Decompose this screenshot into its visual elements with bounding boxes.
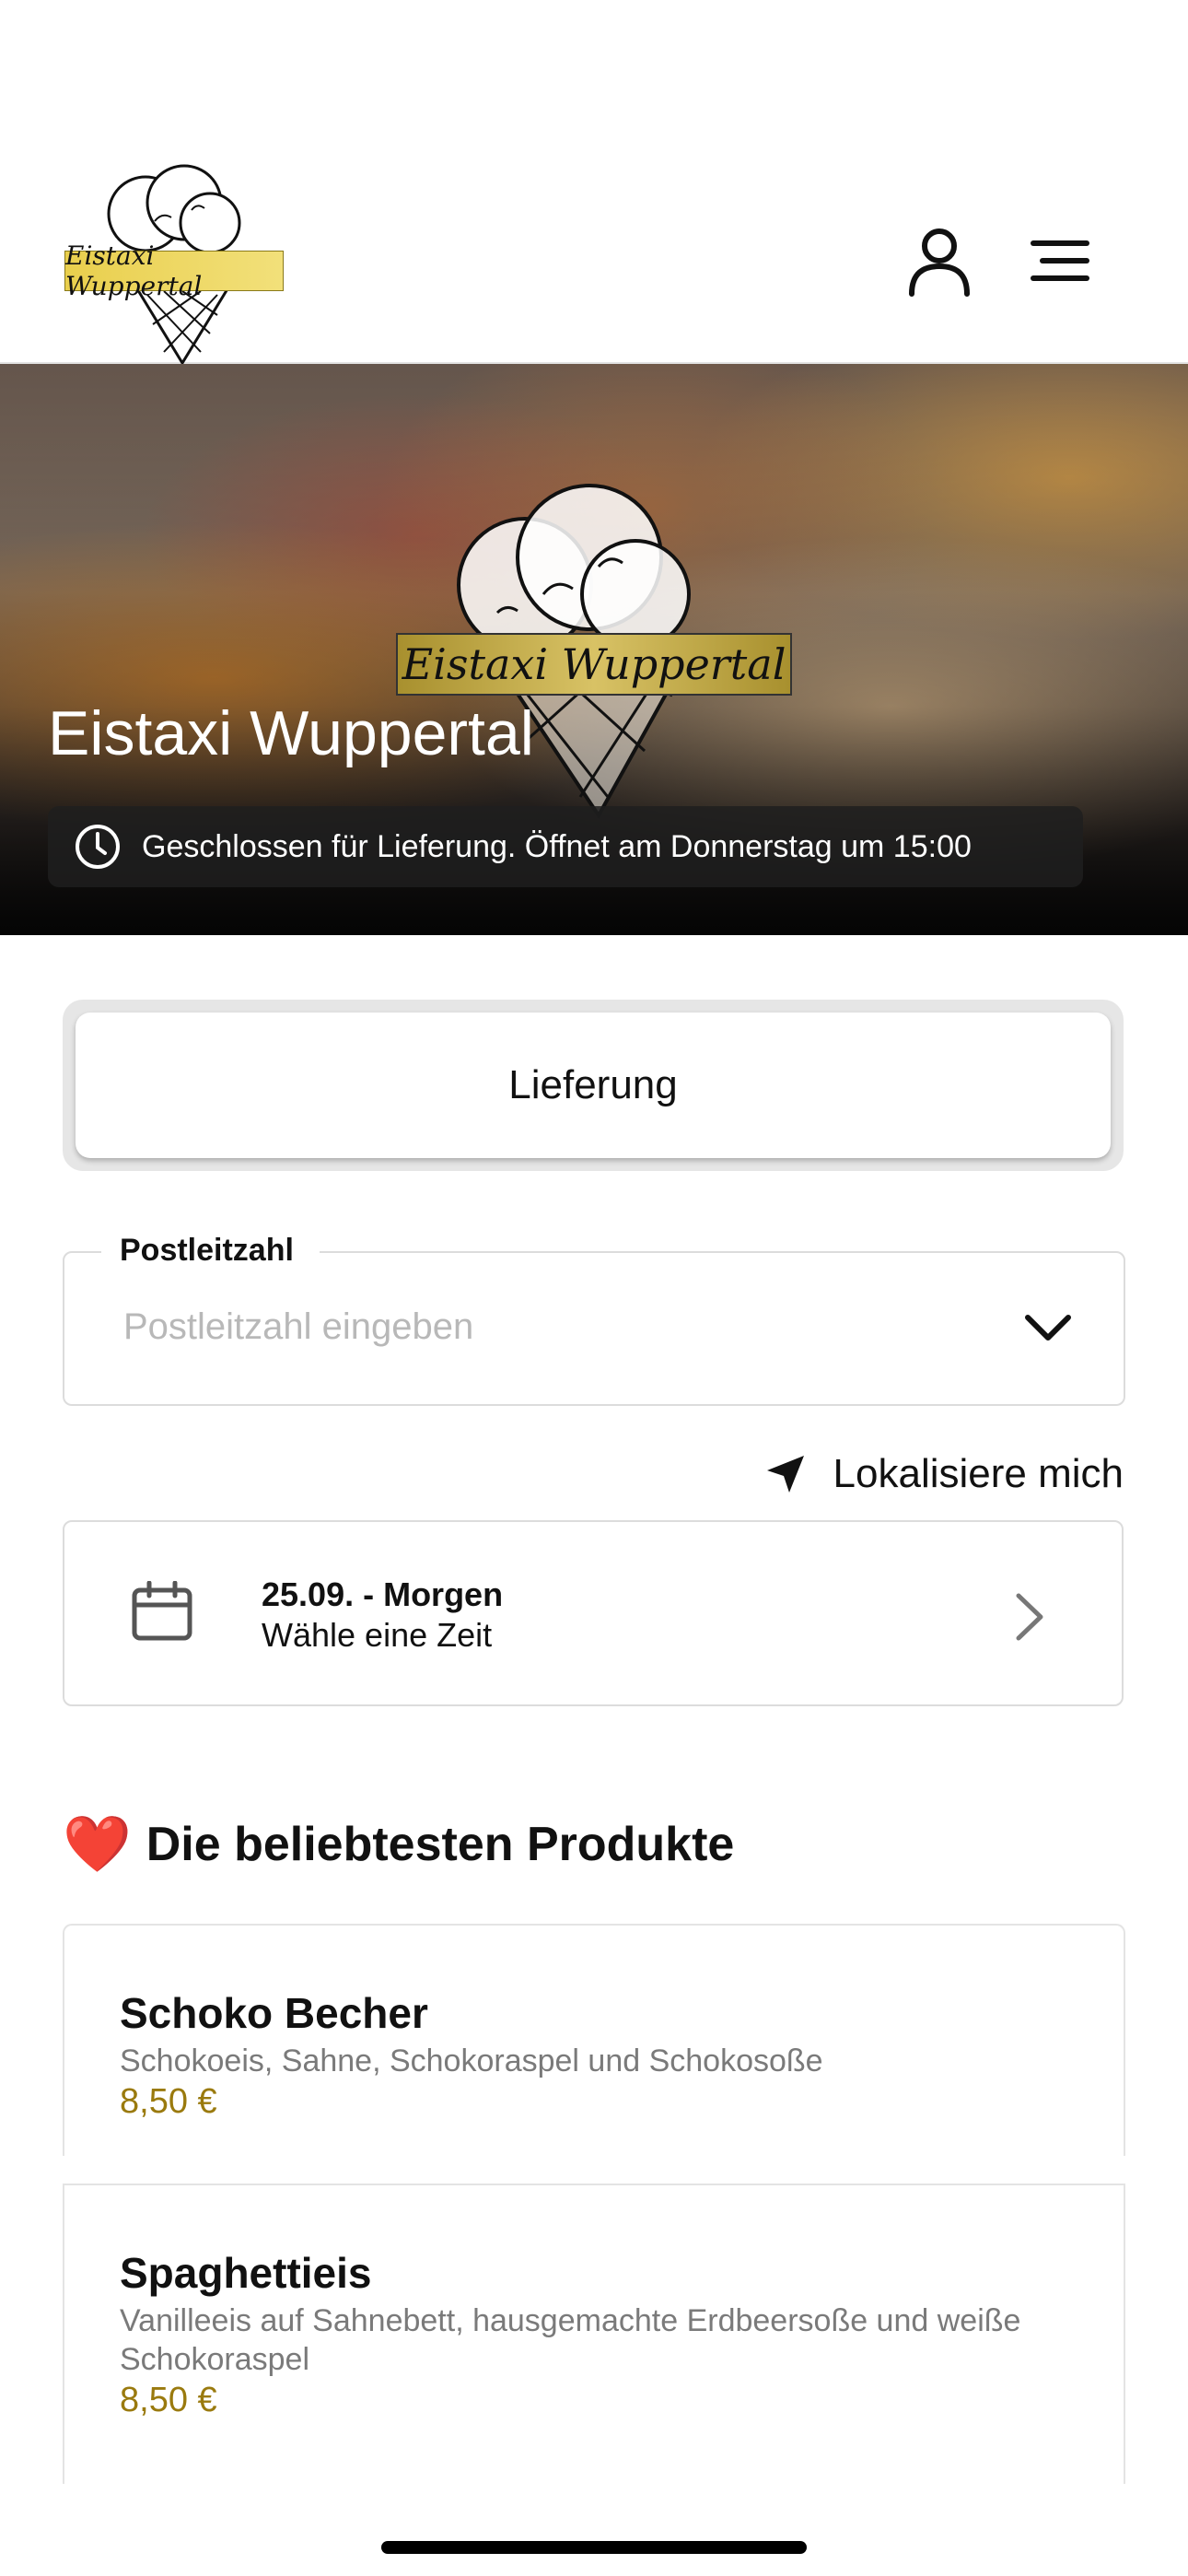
- heart-icon: ❤️: [63, 1813, 132, 1875]
- zip-code-field[interactable]: Postleitzahl: [63, 1233, 1125, 1406]
- restaurant-title: Eistaxi Wuppertal: [48, 698, 534, 768]
- clock-icon: [76, 825, 120, 869]
- product-description: Schokoeis, Sahne, Schokoraspel und Schok…: [120, 2043, 823, 2078]
- user-icon[interactable]: [903, 226, 976, 299]
- app-header: Eistaxi Wuppertal: [0, 0, 1188, 366]
- delivery-time-hint: Wähle eine Zeit: [262, 1616, 493, 1654]
- hamburger-menu-icon[interactable]: [1030, 238, 1090, 284]
- delivery-date: 25.09. - Morgen: [262, 1575, 504, 1613]
- product-description: Vanilleeis auf Sahnebett, hausgemachte E…: [120, 2303, 1021, 2377]
- logo-banner: Eistaxi Wuppertal: [64, 240, 284, 301]
- delivery-mode-button[interactable]: Lieferung: [76, 1013, 1111, 1158]
- zip-code-input[interactable]: [123, 1306, 952, 1348]
- delivery-time-picker[interactable]: 25.09. - Morgen Wähle eine Zeit: [63, 1520, 1124, 1706]
- order-mode-switch: Lieferung: [63, 1000, 1124, 1171]
- calendar-icon: [132, 1581, 192, 1641]
- brand-logo[interactable]: Eistaxi Wuppertal: [63, 149, 288, 370]
- hero-banner: Eistaxi Wuppertal Eistaxi Wuppertal Gesc…: [0, 364, 1188, 935]
- popular-products-heading: ❤️ Die beliebtesten Produkte: [63, 1811, 734, 1877]
- product-name: Schoko Becher: [120, 1989, 428, 2037]
- locate-me-button[interactable]: Lokalisiere mich: [755, 1446, 1124, 1502]
- location-arrow-icon: [766, 1456, 804, 1493]
- product-name: Spaghettieis: [120, 2249, 372, 2297]
- chevron-right-icon: [1016, 1593, 1043, 1641]
- locate-me-label: Lokalisiere mich: [833, 1451, 1124, 1496]
- product-card[interactable]: Schoko Becher Schokoeis, Sahne, Schokora…: [63, 1924, 1125, 2156]
- zip-code-label: Postleitzahl: [101, 1233, 320, 1269]
- opening-status-text: Geschlossen für Lieferung. Öffnet am Don…: [142, 828, 972, 864]
- home-indicator[interactable]: [381, 2541, 807, 2554]
- opening-status-badge: Geschlossen für Lieferung. Öffnet am Don…: [48, 806, 1083, 887]
- product-price: 8,50 €: [120, 2381, 217, 2419]
- product-card[interactable]: Spaghettieis Vanilleeis auf Sahnebett, h…: [63, 2184, 1125, 2484]
- chevron-down-icon[interactable]: [1022, 1310, 1074, 1347]
- hero-logo-banner: Eistaxi Wuppertal: [396, 633, 792, 696]
- popular-products-title: Die beliebtesten Produkte: [146, 1817, 735, 1871]
- product-price: 8,50 €: [120, 2082, 217, 2121]
